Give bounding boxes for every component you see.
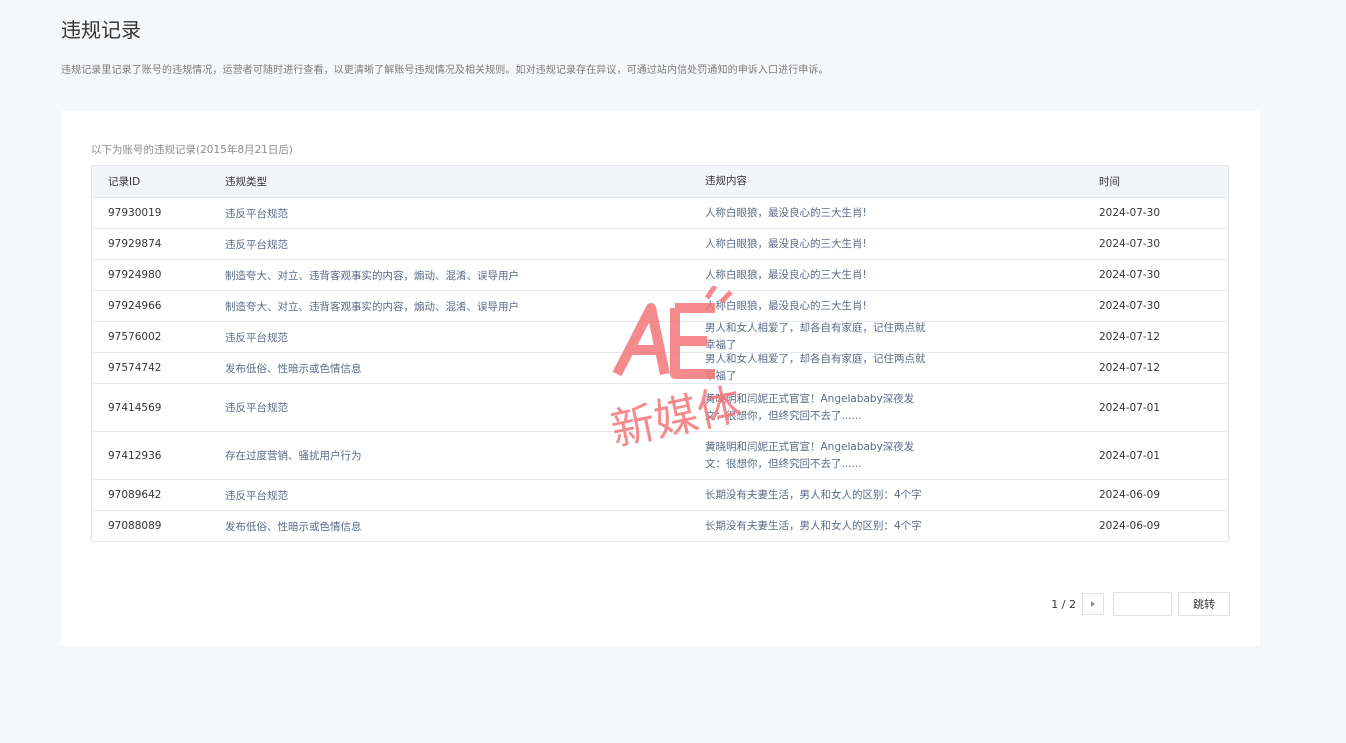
cell-violation-type: 违反平台规范 (225, 207, 288, 220)
header-violation-content: 违规内容 (705, 175, 747, 187)
cell-violation-type-cell: 发布低俗、性暗示或色情信息 (225, 361, 705, 376)
cell-violation-type-cell: 违反平台规范 (225, 330, 705, 345)
cell-record-id: 97574742 (108, 362, 162, 374)
cell-violation-content-cell: 男人和女人相爱了，却各自有家庭，记住两点就幸福了 (705, 320, 1099, 354)
violations-table: 记录ID 违规类型 违规内容 时间 97930019 违反平台规范 人称白眼狼，最没… (91, 165, 1229, 542)
cell-record-id: 97929874 (108, 238, 162, 250)
cell-violation-type: 制造夸大、对立、违背客观事实的内容，煽动、混淆、误导用户 (225, 300, 519, 313)
cell-record-id: 97414569 (108, 401, 162, 414)
jump-button[interactable]: 跳转 (1178, 592, 1230, 616)
cell-violation-content-cell: 人称白眼狼，最没良心的三大生肖! (705, 267, 1099, 284)
table-row: 97930019 违反平台规范 人称白眼狼，最没良心的三大生肖! 2024-07-30 (92, 198, 1228, 229)
cell-violation-type: 发布低俗、性暗示或色情信息 (225, 362, 362, 375)
cell-time: 2024-06-09 (1099, 520, 1161, 532)
cell-violation-content: 长期没有夫妻生活，男人和女人的区别：4个字 (705, 519, 922, 532)
cell-violation-type-cell: 发布低俗、性暗示或色情信息 (225, 519, 705, 534)
table-row: 97414569 违反平台规范 黄晓明和闫妮正式官宣！Angelababy深夜发文：… (92, 384, 1228, 432)
cell-violation-type-cell: 违反平台规范 (225, 206, 705, 221)
cell-violation-type-cell: 制造夸大、对立、违背客观事实的内容，煽动、混淆、误导用户 (225, 299, 705, 314)
cell-time: 2024-07-30 (1099, 238, 1161, 250)
cell-record-id: 97924966 (108, 300, 162, 312)
pagination: 1 / 2 跳转 (1051, 592, 1230, 616)
header-violation-type: 违规类型 (225, 176, 267, 188)
table-row: 97574742 发布低俗、性暗示或色情信息 男人和女人相爱了，却各自有家庭，记住两… (92, 353, 1228, 384)
page-number-input[interactable] (1113, 592, 1172, 616)
page-description: 违规记录里记录了账号的违规情况，运营者可随时进行查看，以更清晰了解账号违规情况及… (61, 65, 829, 76)
cell-violation-content: 黄晓明和闫妮正式官宣！Angelababy深夜发文：很想你，但终究回不去了...… (705, 392, 915, 422)
table-body: 97930019 违反平台规范 人称白眼狼，最没良心的三大生肖! 2024-07-30… (92, 198, 1228, 541)
cell-violation-type: 存在过度营销、骚扰用户行为 (225, 450, 362, 462)
cell-violation-content-cell: 人称白眼狼，最没良心的三大生肖! (705, 236, 1099, 253)
records-note: 以下为账号的违规记录(2015年8月21日后) (91, 144, 293, 156)
table-row: 97924966 制造夸大、对立、违背客观事实的内容，煽动、混淆、误导用户 人称白眼… (92, 291, 1228, 322)
cell-time: 2024-07-12 (1099, 331, 1161, 343)
cell-violation-content-cell: 人称白眼狼，最没良心的三大生肖! (705, 298, 1099, 315)
table-row: 97929874 违反平台规范 人称白眼狼，最没良心的三大生肖! 2024-07-30 (92, 229, 1228, 260)
cell-violation-content: 人称白眼狼，最没良心的三大生肖! (705, 206, 867, 219)
cell-time: 2024-07-01 (1099, 449, 1161, 462)
cell-violation-type-cell: 制造夸大、对立、违背客观事实的内容，煽动、混淆、误导用户 (225, 268, 705, 283)
table-header: 记录ID 违规类型 违规内容 时间 (92, 166, 1228, 198)
next-page-button[interactable] (1082, 593, 1104, 615)
cell-record-id: 97930019 (108, 207, 162, 219)
cell-time: 2024-07-01 (1099, 401, 1161, 414)
cell-violation-content-cell: 人称白眼狼，最没良心的三大生肖! (705, 205, 1099, 222)
cell-violation-content: 人称白眼狼，最没良心的三大生肖! (705, 268, 867, 281)
cell-record-id: 97576002 (108, 331, 162, 343)
cell-violation-type-cell: 违反平台规范 (225, 237, 705, 252)
cell-violation-type: 发布低俗、性暗示或色情信息 (225, 520, 362, 533)
cell-violation-type-cell: 存在过度营销、骚扰用户行为 (225, 448, 705, 463)
cell-time: 2024-07-30 (1099, 269, 1161, 281)
cell-violation-content: 人称白眼狼，最没良心的三大生肖! (705, 237, 867, 250)
cell-violation-type-cell: 违反平台规范 (225, 400, 705, 415)
cell-violation-content: 男人和女人相爱了，却各自有家庭，记住两点就幸福了 (705, 322, 926, 351)
cell-violation-content-cell: 黄晓明和闫妮正式官宣！Angelababy深夜发文：很想你，但终究回不去了...… (705, 391, 1099, 425)
cell-violation-content: 长期没有夫妻生活，男人和女人的区别：4个字 (705, 488, 922, 501)
cell-violation-type: 违反平台规范 (225, 238, 288, 251)
table-row: 97088089 发布低俗、性暗示或色情信息 长期没有夫妻生活，男人和女人的区别：4… (92, 511, 1228, 541)
cell-time: 2024-07-30 (1099, 300, 1161, 312)
cell-violation-type-cell: 违反平台规范 (225, 488, 705, 503)
header-time: 时间 (1099, 176, 1120, 188)
table-row: 97089642 违反平台规范 长期没有夫妻生活，男人和女人的区别：4个字 2024-… (92, 480, 1228, 511)
cell-time: 2024-07-12 (1099, 362, 1161, 374)
page-info: 1 / 2 (1051, 597, 1076, 611)
cell-violation-content-cell: 黄晓明和闫妮正式官宣！Angelababy深夜发文：很想你，但终究回不去了...… (705, 439, 1099, 473)
table-row: 97412936 存在过度营销、骚扰用户行为 黄晓明和闫妮正式官宣！Angelaba… (92, 432, 1228, 480)
cell-violation-type: 违反平台规范 (225, 489, 288, 502)
page-title: 违规记录 (61, 18, 141, 42)
cell-violation-type: 制造夸大、对立、违背客观事实的内容，煽动、混淆、误导用户 (225, 269, 519, 282)
cell-violation-type: 违反平台规范 (225, 402, 288, 414)
cell-time: 2024-06-09 (1099, 489, 1161, 501)
cell-violation-content: 人称白眼狼，最没良心的三大生肖! (705, 299, 867, 312)
cell-time: 2024-07-30 (1099, 207, 1161, 219)
violations-card: 以下为账号的违规记录(2015年8月21日后) 记录ID 违规类型 违规内容 时… (61, 111, 1260, 646)
header-record-id: 记录ID (108, 176, 141, 188)
cell-record-id: 97088089 (108, 520, 162, 532)
cell-violation-content: 黄晓明和闫妮正式官宣！Angelababy深夜发文：很想你，但终究回不去了...… (705, 440, 915, 470)
table-row: 97924980 制造夸大、对立、违背客观事实的内容，煽动、混淆、误导用户 人称白眼… (92, 260, 1228, 291)
cell-record-id: 97924980 (108, 269, 162, 281)
cell-record-id: 97089642 (108, 489, 162, 501)
cell-violation-content-cell: 长期没有夫妻生活，男人和女人的区别：4个字 (705, 487, 1099, 504)
table-row: 97576002 违反平台规范 男人和女人相爱了，却各自有家庭，记住两点就幸福了 20… (92, 322, 1228, 353)
cell-record-id: 97412936 (108, 449, 162, 462)
cell-violation-content: 男人和女人相爱了，却各自有家庭，记住两点就幸福了 (705, 353, 926, 382)
cell-violation-content-cell: 长期没有夫妻生活，男人和女人的区别：4个字 (705, 518, 1099, 535)
cell-violation-content-cell: 男人和女人相爱了，却各自有家庭，记住两点就幸福了 (705, 351, 1099, 385)
cell-violation-type: 违反平台规范 (225, 331, 288, 344)
caret-right-icon (1091, 601, 1095, 607)
